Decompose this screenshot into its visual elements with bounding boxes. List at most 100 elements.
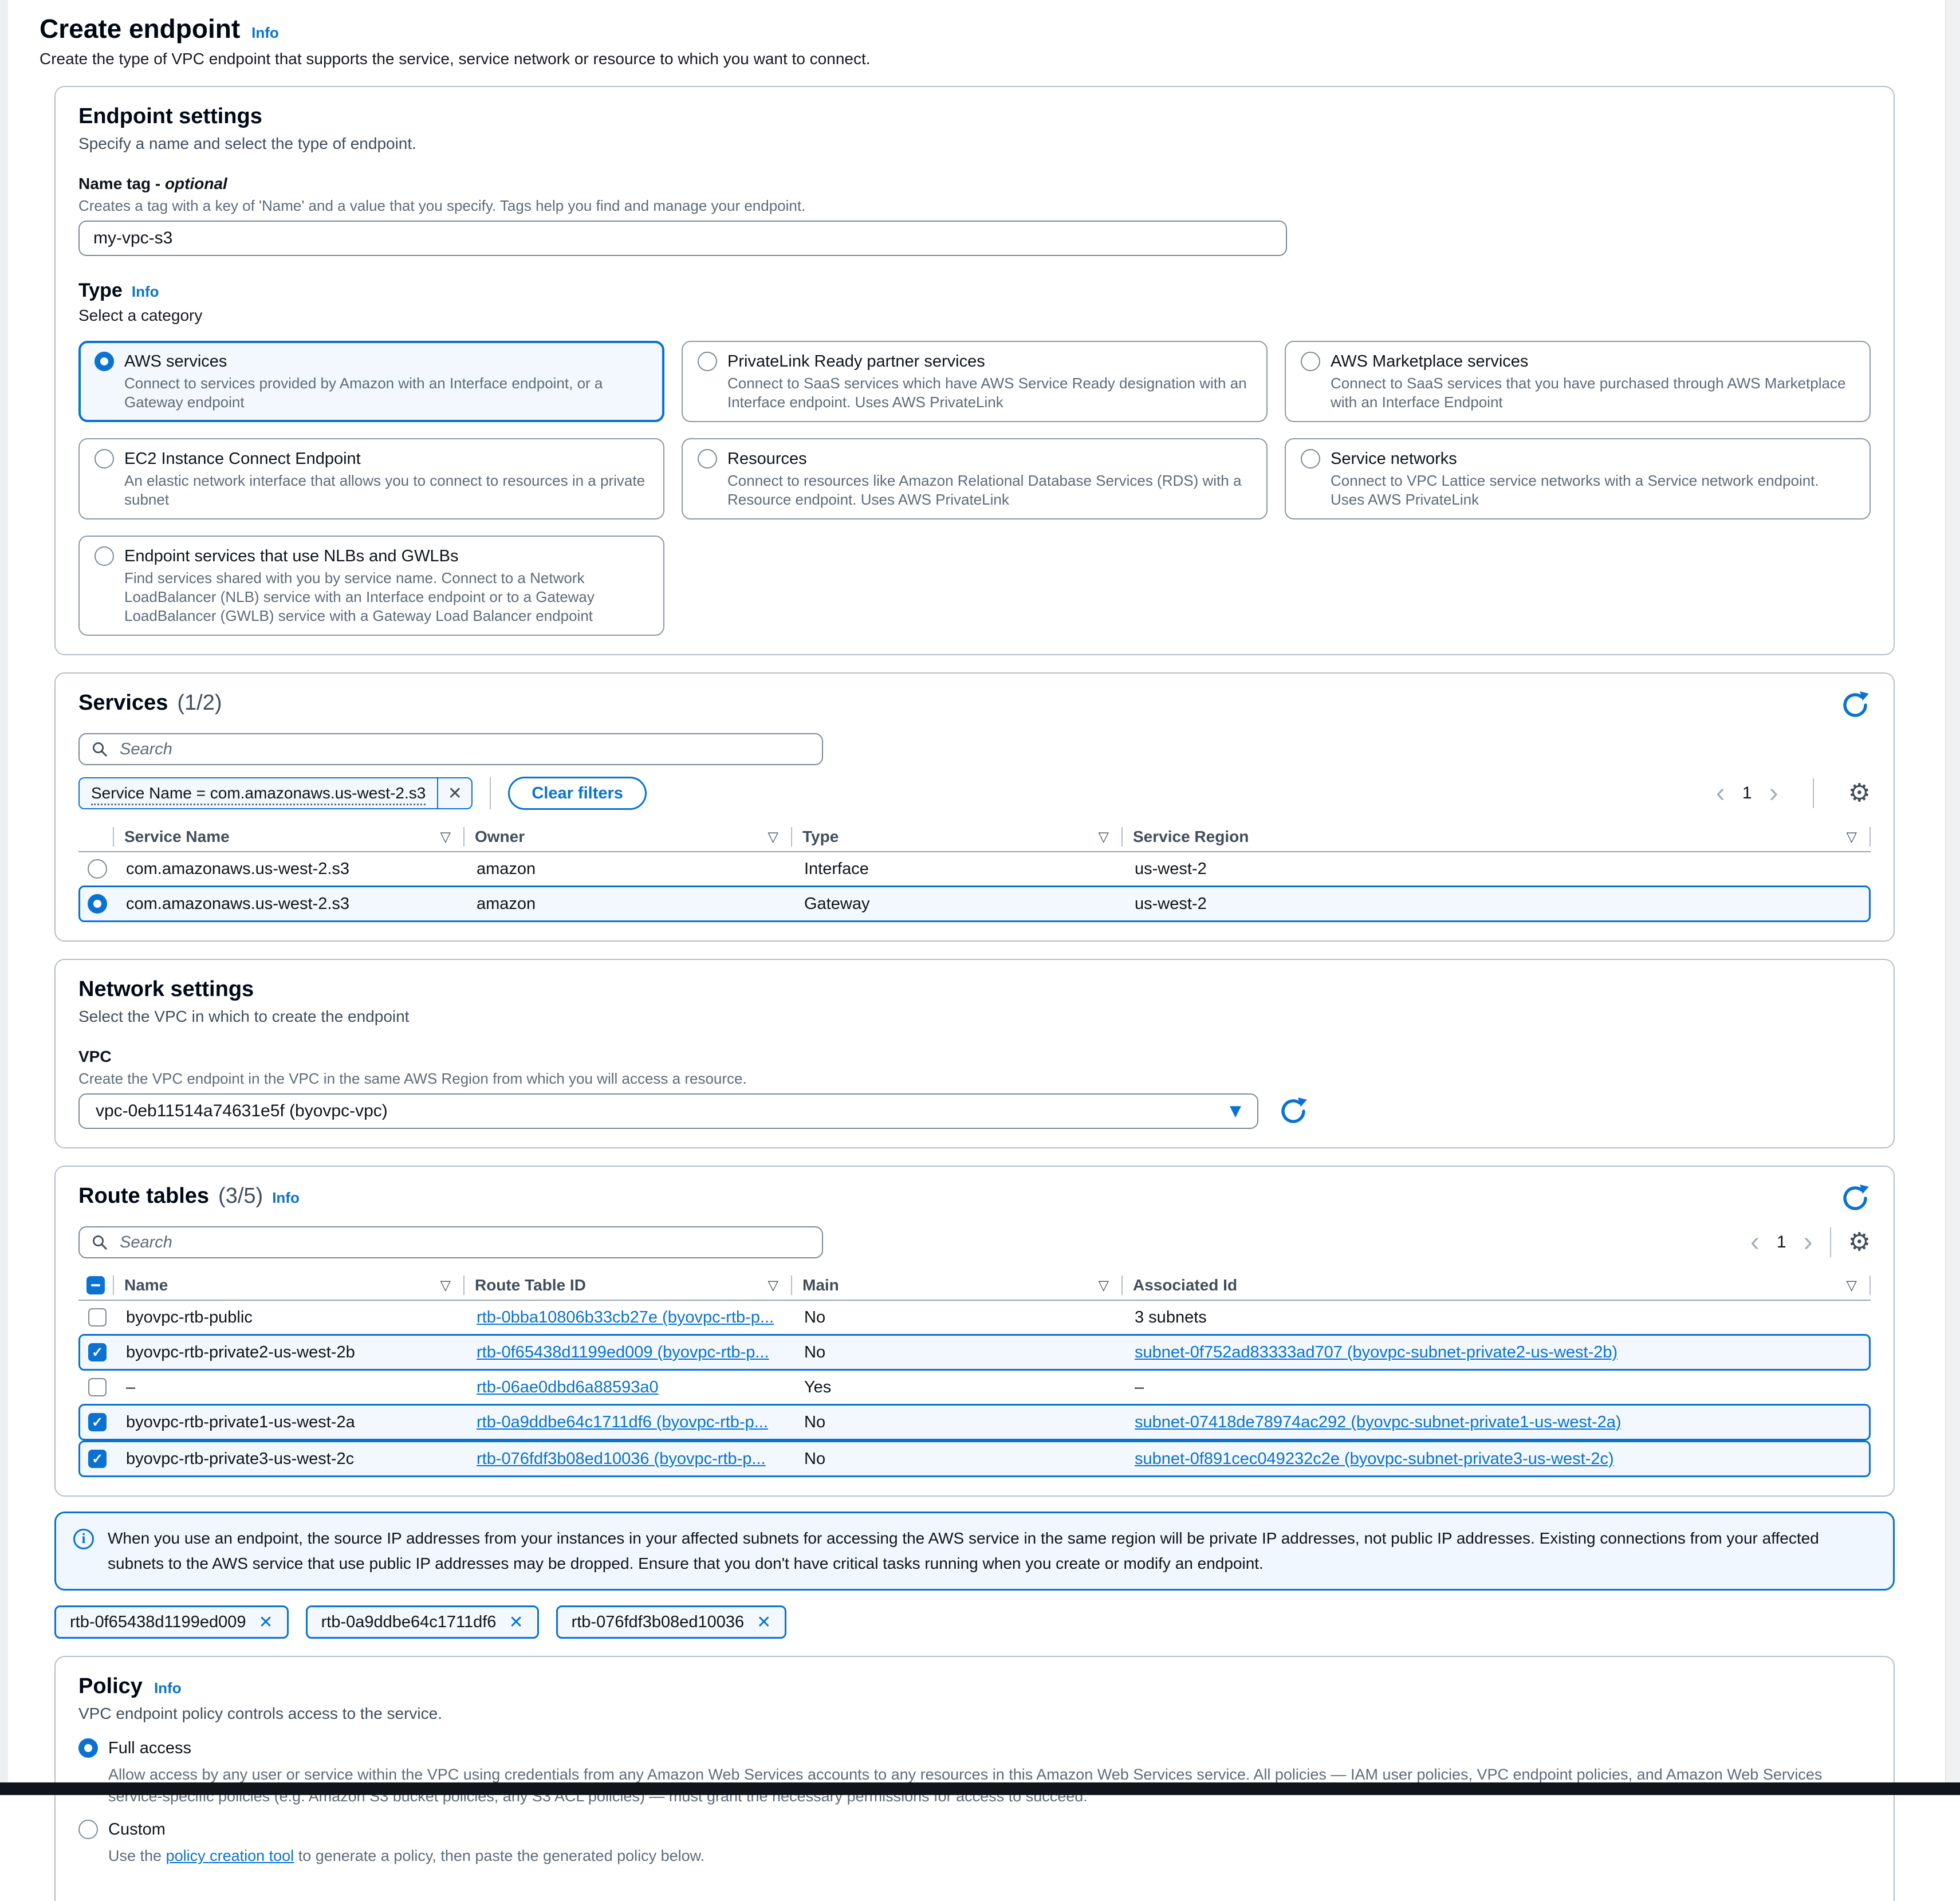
column-header-owner[interactable]: Owner▽ <box>465 828 791 846</box>
radio-icon[interactable] <box>95 449 114 469</box>
route-table-row-private3[interactable]: ✓ byovpc-rtb-private3-us-west-2c rtb-076… <box>78 1440 1871 1477</box>
row-checkbox-checked[interactable]: ✓ <box>88 1343 107 1361</box>
sort-icon[interactable]: ▽ <box>768 1277 778 1293</box>
sort-icon[interactable]: ▽ <box>1847 829 1857 845</box>
column-header-service-name[interactable]: Service Name▽ <box>114 828 463 846</box>
category-tile-marketplace[interactable]: AWS Marketplace services Connect to SaaS… <box>1285 341 1871 422</box>
sort-icon[interactable]: ▽ <box>1847 1277 1857 1293</box>
close-icon: ✕ <box>509 1613 523 1632</box>
radio-icon[interactable] <box>78 1820 98 1839</box>
route-table-row-public[interactable]: byovpc-rtb-public rtb-0bba10806b33cb27e … <box>78 1301 1871 1334</box>
category-tile-privatelink-partner[interactable]: PrivateLink Ready partner services Conne… <box>682 341 1268 422</box>
radio-icon[interactable] <box>95 546 114 566</box>
sort-icon[interactable]: ▽ <box>440 1277 451 1293</box>
category-tile-service-networks[interactable]: Service networks Connect to VPC Lattice … <box>1285 438 1871 519</box>
category-tile-ec2-instance-connect[interactable]: EC2 Instance Connect Endpoint An elastic… <box>78 438 664 519</box>
services-refresh-button[interactable] <box>1840 690 1871 721</box>
name-cell: byovpc-rtb-private3-us-west-2c <box>116 1450 465 1469</box>
page-info-link[interactable]: Info <box>251 24 279 42</box>
service-row-interface[interactable]: com.amazonaws.us-west-2.s3 amazon Interf… <box>78 852 1871 885</box>
category-tile-resources[interactable]: Resources Connect to resources like Amaz… <box>682 438 1268 519</box>
service-row-gateway[interactable]: com.amazonaws.us-west-2.s3 amazon Gatewa… <box>78 885 1871 922</box>
radio-checked-icon[interactable] <box>88 894 107 914</box>
radio-icon[interactable] <box>1301 449 1320 469</box>
name-tag-input[interactable] <box>78 221 1287 256</box>
route-table-row-private1[interactable]: ✓ byovpc-rtb-private1-us-west-2a rtb-0a9… <box>78 1404 1871 1440</box>
policy-info-link[interactable]: Info <box>154 1679 182 1697</box>
route-table-row-main[interactable]: – rtb-06ae0dbd6a88593a0 Yes – <box>78 1371 1871 1404</box>
route-table-token: rtb-0f65438d1199ed009 ✕ <box>54 1605 289 1639</box>
filter-token-label[interactable]: Service Name = com.amazonaws.us-west-2.s… <box>80 784 437 802</box>
close-icon: ✕ <box>448 784 462 803</box>
route-tables-refresh-button[interactable] <box>1840 1183 1871 1214</box>
route-tables-table: Name▽ Route Table ID▽ Main▽ Associated I… <box>78 1271 1871 1477</box>
custom-label: Custom <box>108 1820 166 1839</box>
radio-checked-icon[interactable] <box>78 1738 98 1758</box>
radio-checked-icon[interactable] <box>95 352 114 371</box>
row-checkbox-checked[interactable]: ✓ <box>88 1413 107 1431</box>
clear-filters-button[interactable]: Clear filters <box>508 777 647 810</box>
column-header-service-region[interactable]: Service Region▽ <box>1123 828 1870 846</box>
select-all-checkbox[interactable] <box>86 1276 105 1294</box>
category-tile-aws-services[interactable]: AWS services Connect to services provide… <box>78 341 664 422</box>
sort-icon[interactable]: ▽ <box>1099 829 1109 845</box>
token-remove-button[interactable]: ✕ <box>509 1612 523 1632</box>
next-page-button[interactable]: › <box>1769 780 1778 807</box>
route-tables-info-link[interactable]: Info <box>272 1184 300 1211</box>
type-label: Type <box>78 279 123 302</box>
column-header-type[interactable]: Type▽ <box>792 828 1121 846</box>
route-table-id-link[interactable]: rtb-06ae0dbd6a88593a0 <box>477 1378 659 1396</box>
radio-icon[interactable] <box>698 352 717 371</box>
vpc-select[interactable]: vpc-0eb11514a74631e5f (byovpc-vpc) ▼ <box>78 1093 1258 1129</box>
column-header-main[interactable]: Main▽ <box>792 1276 1121 1294</box>
previous-page-button[interactable]: ‹ <box>1750 1229 1760 1256</box>
subnet-link[interactable]: subnet-0f752ad83333ad707 (byovpc-subnet-… <box>1135 1343 1617 1361</box>
column-header-route-table-id[interactable]: Route Table ID▽ <box>465 1276 791 1294</box>
radio-icon[interactable] <box>698 449 717 469</box>
type-info-link[interactable]: Info <box>132 283 159 301</box>
close-icon: ✕ <box>757 1613 771 1632</box>
service-region-cell: us-west-2 <box>1124 895 1869 914</box>
policy-custom-option[interactable]: Custom <box>78 1820 1871 1839</box>
scrollbar[interactable] <box>1945 0 1960 1795</box>
main-cell: No <box>794 1343 1123 1362</box>
subnets-popover-link[interactable]: 3 subnets <box>1135 1308 1207 1327</box>
services-preferences-button[interactable]: ⚙ <box>1848 780 1871 807</box>
column-header-name[interactable]: Name▽ <box>114 1276 463 1294</box>
token-remove-button[interactable]: ✕ <box>258 1612 273 1632</box>
row-checkbox[interactable] <box>88 1308 107 1327</box>
subnet-link[interactable]: subnet-07418de78974ac292 (byovpc-subnet-… <box>1135 1413 1621 1431</box>
services-search-input[interactable] <box>78 733 823 765</box>
subnet-link[interactable]: subnet-0f891cec049232c2e (byovpc-subnet-… <box>1135 1450 1614 1468</box>
category-tiles: AWS services Connect to services provide… <box>78 341 1871 636</box>
column-header-associated-id[interactable]: Associated Id▽ <box>1123 1276 1870 1294</box>
route-table-id-link[interactable]: rtb-0f65438d1199ed009 (byovpc-rtb-p... <box>477 1343 769 1361</box>
route-table-id-link[interactable]: rtb-0a9ddbe64c1711df6 (byovpc-rtb-p... <box>477 1413 768 1431</box>
policy-full-access-option[interactable]: Full access <box>78 1738 1871 1758</box>
associated-id-cell: – <box>1124 1378 1869 1397</box>
radio-icon[interactable] <box>1301 352 1320 371</box>
route-table-row-private2[interactable]: ✓ byovpc-rtb-private2-us-west-2b rtb-0f6… <box>78 1334 1871 1371</box>
filter-token-remove-button[interactable]: ✕ <box>438 784 471 804</box>
sort-icon[interactable]: ▽ <box>440 829 451 845</box>
route-table-id-link[interactable]: rtb-076fdf3b08ed10036 (byovpc-rtb-p... <box>477 1450 766 1468</box>
custom-description: Use the policy creation tool to generate… <box>108 1845 1861 1867</box>
sort-icon[interactable]: ▽ <box>768 829 778 845</box>
policy-creation-tool-link[interactable]: policy creation tool <box>166 1847 294 1864</box>
type-subtitle: Select a category <box>78 306 1871 325</box>
route-tables-search-input[interactable] <box>78 1226 823 1258</box>
refresh-icon <box>1278 1096 1309 1127</box>
vpc-refresh-button[interactable] <box>1278 1096 1309 1127</box>
sort-icon[interactable]: ▽ <box>1099 1277 1109 1293</box>
token-remove-button[interactable]: ✕ <box>757 1612 771 1632</box>
row-checkbox[interactable] <box>88 1378 107 1396</box>
radio-icon[interactable] <box>88 859 107 879</box>
route-table-id-link[interactable]: rtb-0bba10806b33cb27e (byovpc-rtb-p... <box>477 1308 774 1327</box>
main-cell: No <box>794 1308 1123 1327</box>
route-tables-preferences-button[interactable]: ⚙ <box>1848 1229 1871 1256</box>
next-page-button[interactable]: › <box>1804 1229 1813 1256</box>
category-tile-nlb-gwlb[interactable]: Endpoint services that use NLBs and GWLB… <box>78 536 664 636</box>
row-checkbox-checked[interactable]: ✓ <box>88 1450 107 1468</box>
check-icon: ✓ <box>92 1451 103 1467</box>
previous-page-button[interactable]: ‹ <box>1716 780 1725 807</box>
